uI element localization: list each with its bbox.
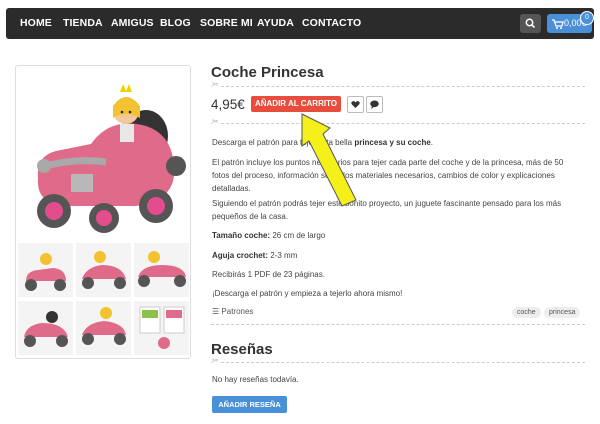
speech-bubble-icon — [370, 100, 379, 109]
reviews-divider — [211, 362, 585, 363]
gallery-thumb[interactable] — [76, 243, 131, 297]
gallery-thumb[interactable] — [18, 301, 73, 355]
gallery-thumb[interactable] — [76, 301, 131, 355]
search-icon — [525, 18, 536, 29]
cart-icon — [552, 19, 564, 29]
gallery-thumb[interactable] — [18, 243, 73, 297]
tag-coche[interactable]: coche — [512, 307, 541, 318]
scissors-icon: ✂ — [212, 80, 221, 89]
nav-amigus[interactable]: AMIGUS — [111, 17, 154, 29]
description-paragraph: ¡Descarga el patrón y empieza a tejerlo … — [212, 289, 403, 298]
description-paragraph: Siguiendo el patrón podrás tejer este bo… — [212, 199, 562, 221]
product-title: Coche Princesa — [211, 64, 324, 81]
title-divider — [211, 86, 585, 87]
scissors-icon: ✂ — [212, 117, 221, 126]
category-link[interactable]: ☰ Patrones — [212, 307, 253, 316]
description-intro: Descarga el patrón para tejer esta bella… — [212, 138, 434, 147]
tags-divider — [211, 324, 585, 325]
description-paragraph: El patrón incluye los puntos necesarios … — [212, 158, 564, 193]
product-gallery — [15, 65, 191, 359]
nav-tienda[interactable]: TIENDA — [63, 17, 103, 29]
search-button[interactable] — [520, 14, 541, 33]
cart-count-badge: 0 — [580, 11, 594, 25]
nav-ayuda[interactable]: AYUDA — [257, 17, 294, 29]
product-main-image[interactable] — [16, 66, 190, 238]
nav-blog[interactable]: BLOG — [160, 17, 191, 29]
description-paragraph: Recibirás 1 PDF de 23 páginas. — [212, 270, 325, 279]
spec-size: Tamaño coche: 26 cm de largo — [212, 231, 326, 240]
gallery-thumb[interactable] — [134, 243, 189, 297]
no-reviews-text: No hay reseñas todavía. — [212, 375, 299, 384]
price-divider — [211, 123, 585, 124]
nav-home[interactable]: HOME — [20, 17, 52, 29]
top-navbar: HOME TIENDA AMIGUS BLOG SOBRE MI AYUDA C… — [6, 8, 594, 39]
add-review-button[interactable]: AÑADIR RESEÑA — [212, 396, 287, 413]
yellow-arrow-annotation — [301, 113, 357, 207]
scissors-icon: ✂ — [212, 356, 221, 365]
nav-sobre-mi[interactable]: SOBRE MI — [200, 17, 253, 29]
list-icon: ☰ — [212, 307, 220, 316]
spec-hook: Aguja crochet: 2-3 mm — [212, 251, 298, 260]
tag-princesa[interactable]: princesa — [544, 307, 581, 318]
comment-button[interactable] — [366, 96, 383, 113]
product-price: 4,95€ — [211, 97, 245, 112]
gallery-thumb[interactable] — [134, 301, 189, 355]
nav-contacto[interactable]: CONTACTO — [302, 17, 361, 29]
